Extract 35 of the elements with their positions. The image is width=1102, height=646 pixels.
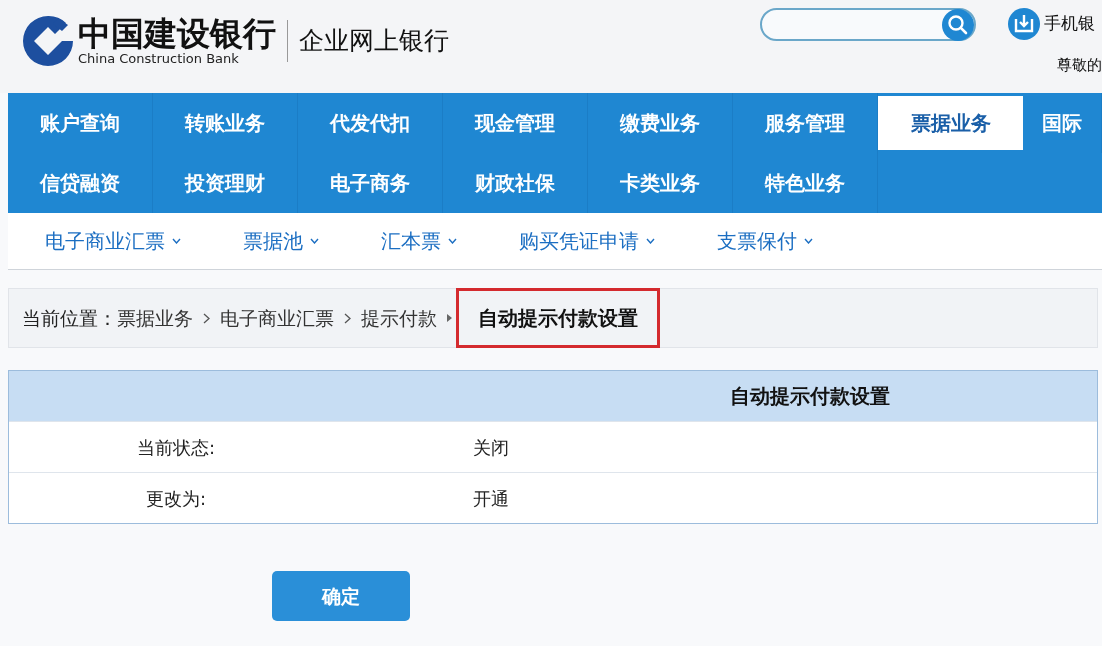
breadcrumb-link[interactable]: 票据业务 <box>117 303 193 333</box>
nav-tab[interactable]: 缴费业务 <box>588 93 733 153</box>
chevron-right-icon <box>344 312 351 324</box>
sub-nav-menu[interactable]: 购买凭证申请 <box>519 226 655 256</box>
download-icon[interactable] <box>1008 8 1040 40</box>
nav-tab[interactable]: 账户查询 <box>8 93 153 153</box>
field-label: 更改为: <box>145 486 207 511</box>
search-icon[interactable] <box>942 8 974 41</box>
breadcrumb-link[interactable]: 提示付款 <box>361 303 437 333</box>
field-value: 关闭 <box>473 435 509 460</box>
sub-nav-menu[interactable]: 电子商业汇票 <box>45 226 181 256</box>
confirm-button[interactable]: 确定 <box>272 571 410 621</box>
field-value: 开通 <box>473 486 509 511</box>
app-link[interactable]: 手机银 <box>1044 11 1095 37</box>
sub-nav-menu[interactable]: 汇本票 <box>381 226 457 256</box>
breadcrumb-label: 当前位置： <box>22 305 117 331</box>
greeting-text: 尊敬的 <box>1057 55 1102 76</box>
breadcrumb-current: 自动提示付款设置 <box>456 288 660 348</box>
nav-tab[interactable]: 转账业务 <box>153 93 298 153</box>
nav-tab[interactable]: 国际 <box>1023 93 1102 153</box>
breadcrumb-link[interactable]: 电子商业汇票 <box>220 303 334 333</box>
sub-nav-menu[interactable]: 票据池 <box>243 226 319 256</box>
bank-name-english: China Construction Bank <box>78 52 240 65</box>
nav-tab[interactable]: 票据业务 <box>878 96 1023 150</box>
chevron-right-icon <box>203 312 210 324</box>
nav-tab[interactable]: 代发代扣 <box>298 93 443 153</box>
product-title: 企业网上银行 <box>299 25 449 58</box>
search-field[interactable] <box>760 8 976 41</box>
form-title: 自动提示付款设置 <box>730 383 890 410</box>
field-label: 当前状态: <box>136 435 216 460</box>
bank-logo-icon <box>22 15 74 67</box>
nav-tab[interactable]: 现金管理 <box>443 93 588 153</box>
triangle-right-icon <box>447 314 452 322</box>
sub-nav-menu[interactable]: 支票保付 <box>717 226 813 256</box>
bank-name: 中国建设银行 <box>78 17 276 50</box>
